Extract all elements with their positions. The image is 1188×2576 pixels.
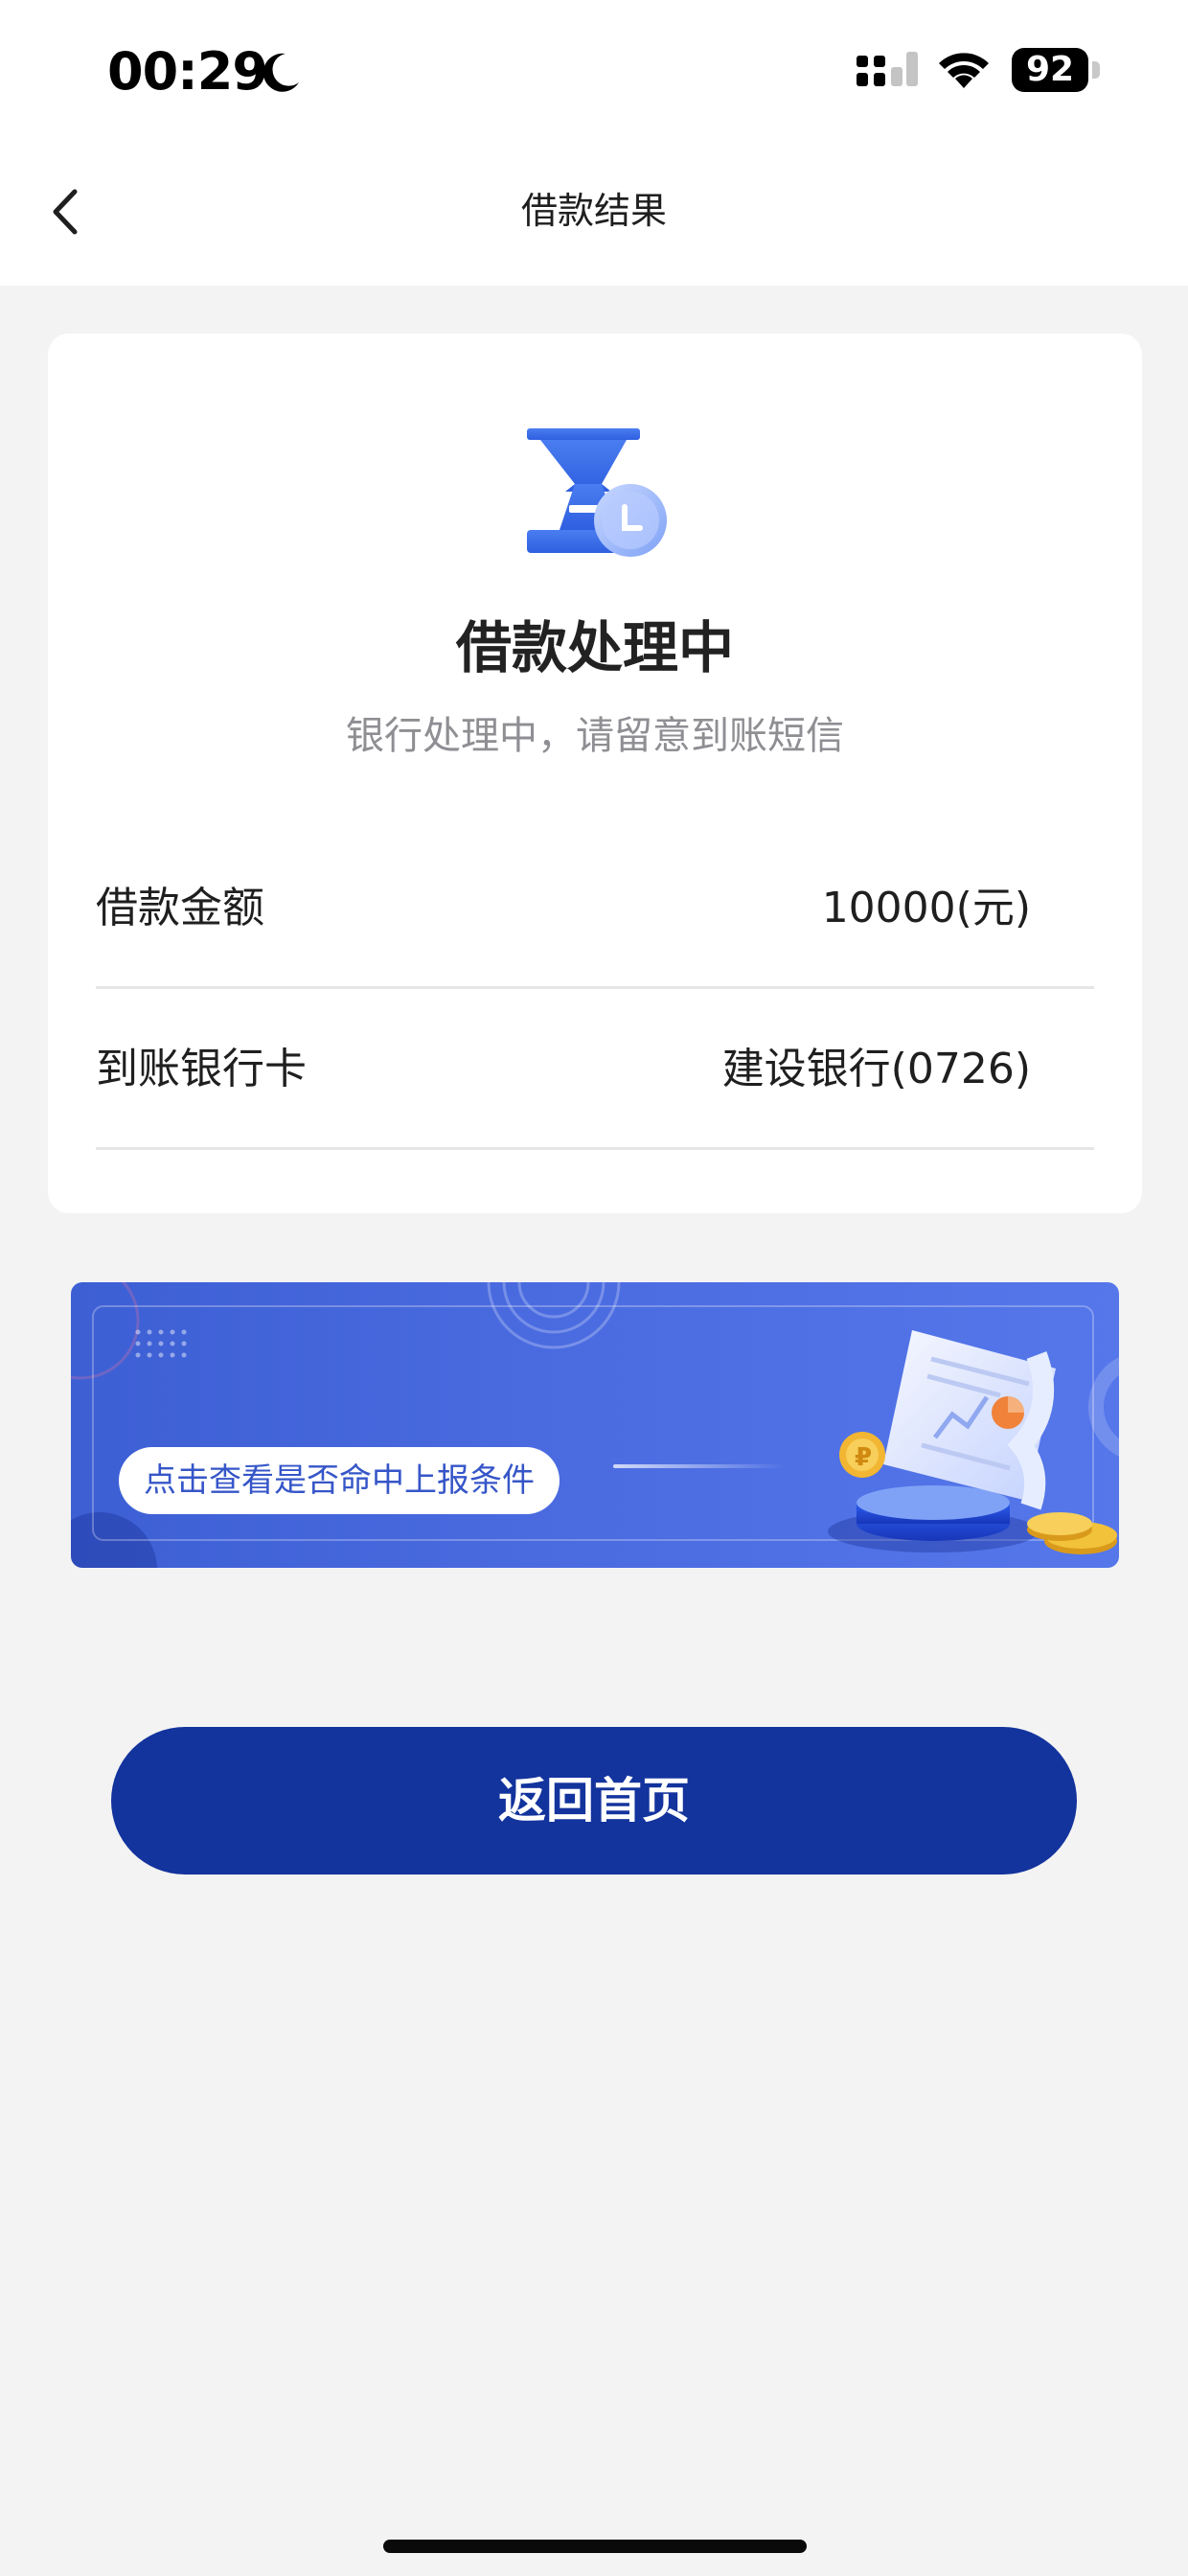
battery-cap (1092, 61, 1100, 79)
status-subtitle: 银行处理中，请留意到账短信 (346, 714, 844, 758)
info-row-amount: 借款金额 10000(元) (96, 828, 1094, 989)
banner-divider (613, 1464, 786, 1468)
status-title: 借款处理中 (455, 615, 734, 680)
home-indicator[interactable] (383, 2540, 807, 2553)
moon-icon (263, 53, 299, 92)
return-home-button[interactable]: 返回首页 (111, 1727, 1077, 1874)
cellular-signal-icon (857, 52, 918, 86)
hourglass-clock-icon (527, 428, 667, 557)
result-card: 借款处理中 银行处理中，请留意到账短信 借款金额 10000(元) 到账银行卡 … (48, 334, 1142, 1213)
promo-banner[interactable]: 点击查看是否命中上报条件 ₽ (71, 1282, 1119, 1568)
status-bar: 00:29 92 (0, 0, 1188, 144)
svg-text:₽: ₽ (855, 1443, 872, 1472)
info-row-bank-card: 到账银行卡 建设银行(0726) (96, 989, 1094, 1150)
banner-cta-button[interactable]: 点击查看是否命中上报条件 (119, 1447, 560, 1514)
info-value: 10000(元) (821, 884, 1031, 932)
status-time: 00:29 (107, 41, 268, 102)
info-value: 建设银行(0726) (721, 1045, 1031, 1093)
info-label: 借款金额 (96, 884, 264, 932)
wifi-icon (939, 53, 989, 88)
nav-bar: 借款结果 (0, 144, 1188, 286)
page-title: 借款结果 (520, 190, 667, 232)
document-coins-illustration: ₽ (828, 1330, 1117, 1554)
info-label: 到账银行卡 (96, 1045, 307, 1093)
battery-icon: 92 (1012, 48, 1088, 92)
